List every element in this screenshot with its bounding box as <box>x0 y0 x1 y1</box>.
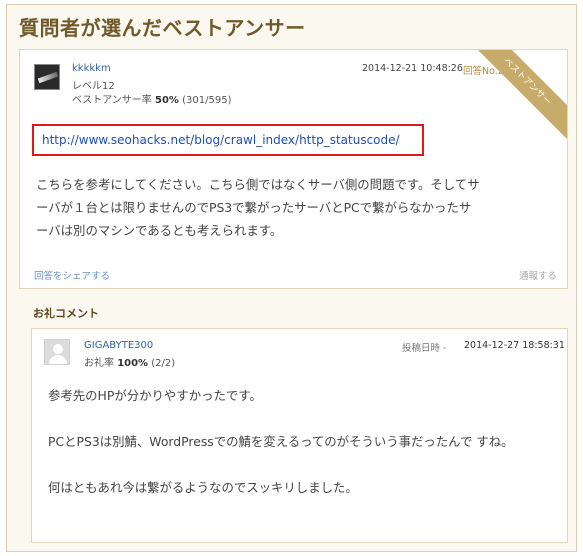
default-avatar-icon[interactable] <box>44 339 70 365</box>
asker-thanks-rate: お礼率 100% (2/2) <box>84 354 175 369</box>
report-link[interactable]: 通報する <box>519 268 557 282</box>
crown-hand-icon <box>549 55 560 69</box>
answer-body: こちらを参考にしてください。こちら側ではなくサーバ側の問題です。そしてサ ーバが… <box>36 173 556 242</box>
answerer-best-rate: ベストアンサー率 50% (301/595) <box>72 91 231 106</box>
posted-date: 2014-12-27 18:58:31 <box>464 340 565 351</box>
answerer-avatar[interactable] <box>34 64 60 90</box>
highlighted-link-box: http://www.seohacks.net/blog/crawl_index… <box>32 124 424 156</box>
thanks-comment-title: お礼コメント <box>33 307 99 320</box>
answerer-name-link[interactable]: kkkkkm <box>72 63 111 74</box>
best-answer-panel: 質問者が選んだベストアンサー kkkkkm レベル12 ベストアンサー率 50%… <box>6 4 577 552</box>
thanks-paragraph: 参考先のHPが分かりやすかったです。 <box>48 388 262 403</box>
thanks-rate-count: (2/2) <box>151 358 176 369</box>
section-title: 質問者が選んだベストアンサー <box>19 16 306 40</box>
best-answer-badge-label: ベストアンサー <box>501 56 553 108</box>
thanks-rate-label: お礼率 <box>84 358 114 369</box>
best-rate-value: 50% <box>155 95 179 106</box>
thanks-comment-card: GIGABYTE300 お礼率 100% (2/2) 投稿日時 - 2014-1… <box>31 328 568 543</box>
thanks-rate-value: 100% <box>117 358 149 369</box>
answer-body-line: こちらを参考にしてください。こちら側ではなくサーバ側の問題です。そしてサ <box>36 177 480 192</box>
thanks-paragraph: 何はともあれ今は繋がるようなのでスッキリしました。 <box>48 480 358 495</box>
answer-body-line: ーバが１台とは限りませんのでPS3で繋がったサーバとPCで繋がらなかったサ <box>36 200 472 215</box>
answer-date: 2014-12-21 10:48:26 <box>362 63 463 74</box>
posted-label: 投稿日時 - <box>402 343 447 354</box>
reference-link[interactable]: http://www.seohacks.net/blog/crawl_index… <box>42 133 400 147</box>
thanks-paragraph: PCとPS3は別鯖、WordPressでの鯖を変えるってのがそういう事だったんで… <box>48 434 514 449</box>
asker-name-link[interactable]: GIGABYTE300 <box>84 340 153 351</box>
answer-body-line: ーバは別のマシンであるとも考えられます。 <box>36 223 283 238</box>
thanks-comment-body: 参考先のHPが分かりやすかったです。 PCとPS3は別鯖、WordPressでの… <box>48 384 558 522</box>
answer-card: kkkkkm レベル12 ベストアンサー率 50% (301/595) 2014… <box>19 49 568 289</box>
best-rate-label: ベストアンサー率 <box>72 95 152 106</box>
share-answer-link[interactable]: 回答をシェアする <box>34 268 110 282</box>
answerer-level: レベル12 <box>72 81 115 92</box>
best-rate-count: (301/595) <box>182 95 232 106</box>
